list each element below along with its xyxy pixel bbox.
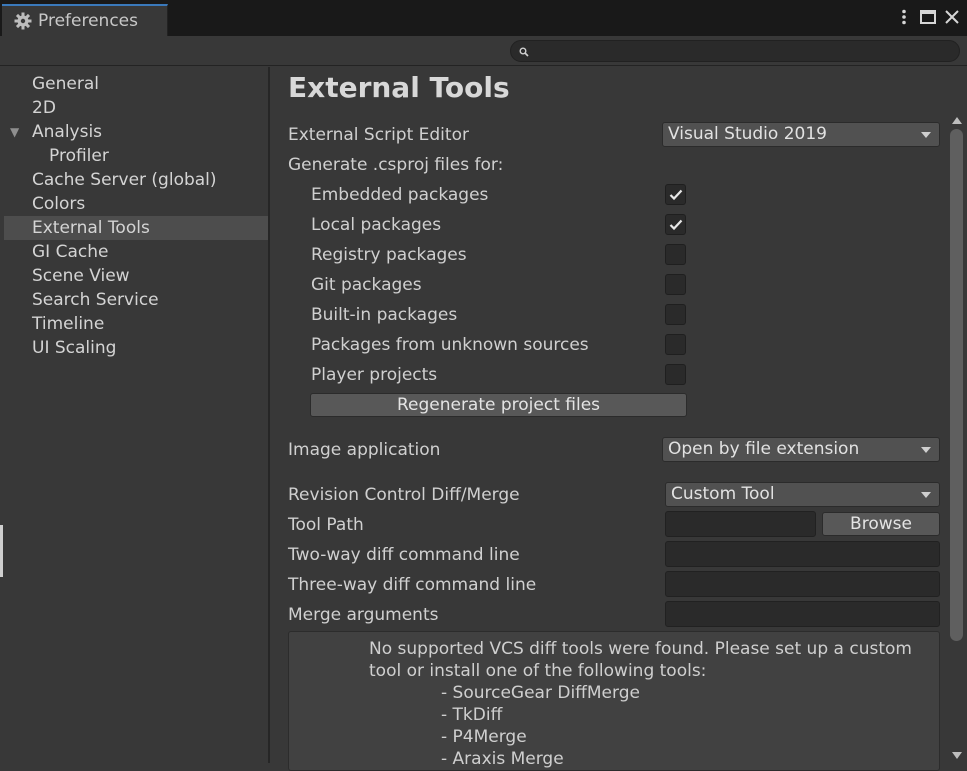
script-editor-dropdown[interactable]: Visual Studio 2019 [662,122,940,147]
sidebar-item-profiler[interactable]: Profiler [4,144,268,168]
sidebar-item-label: UI Scaling [32,338,117,358]
sidebar-item-label: GI Cache [32,242,109,262]
scroll-up-arrow-icon[interactable] [952,117,962,124]
sidebar-item-search-service[interactable]: Search Service [4,288,268,312]
tool-path-label: Tool Path [288,515,364,535]
built-in-packages-checkbox[interactable] [665,304,686,325]
sidebar-item-analysis[interactable]: ▼ Analysis [4,120,268,144]
sidebar-item-label: Search Service [32,290,159,310]
sidebar-item-label: 2D [32,98,56,118]
close-icon[interactable] [943,6,961,28]
help-message-line: tool or install one of the following too… [369,661,707,681]
fold-down-icon[interactable]: ▼ [10,120,19,144]
three-way-diff-label: Three-way diff command line [288,575,537,595]
player-projects-checkbox[interactable] [665,364,686,385]
page-title: External Tools [288,71,510,104]
sidebar-item-colors[interactable]: Colors [4,192,268,216]
search-icon [519,42,529,61]
sidebar-item-label: Timeline [32,314,105,334]
chevron-down-icon [921,492,931,498]
registry-packages-checkbox[interactable] [665,244,686,265]
search-field[interactable] [510,40,960,62]
dropdown-value: Open by file extension [668,439,860,459]
sidebar-item-general[interactable]: General [4,72,268,96]
toolbar [0,36,967,66]
sidebar-item-label: Colors [32,194,86,214]
three-way-diff-input[interactable] [665,571,940,597]
merge-arguments-input[interactable] [665,601,940,627]
image-application-label: Image application [288,440,441,460]
dropdown-value: Visual Studio 2019 [668,124,827,144]
tool-list-item: - TkDiff [441,705,503,725]
script-editor-label: External Script Editor [288,125,469,145]
dropdown-value: Custom Tool [671,484,775,504]
help-message-line: No supported VCS diff tools were found. … [369,639,912,659]
unknown-sources-checkbox[interactable] [665,334,686,355]
sidebar-item-timeline[interactable]: Timeline [4,312,268,336]
sidebar-item-2d[interactable]: 2D [4,96,268,120]
local-packages-checkbox[interactable] [665,214,686,235]
sidebar-item-label: Profiler [49,146,109,166]
maximize-icon[interactable] [919,6,937,28]
option-label: Packages from unknown sources [311,335,589,355]
main-panel: External Tools External Script Editor Vi… [272,67,967,771]
scroll-down-arrow-icon[interactable] [952,752,962,759]
search-input[interactable] [533,42,959,60]
browse-button[interactable]: Browse [822,512,940,536]
regenerate-project-files-button[interactable]: Regenerate project files [310,393,687,417]
checkmark-icon [669,189,682,200]
two-way-diff-input[interactable] [665,541,940,567]
csproj-heading: Generate .csproj files for: [288,155,504,175]
window-edge [0,525,3,577]
tab-title: Preferences [38,11,138,31]
tab-preferences[interactable]: Preferences [2,4,168,36]
vertical-scrollbar[interactable] [948,111,965,763]
sidebar-item-scene-view[interactable]: Scene View [4,264,268,288]
chevron-down-icon [921,132,931,138]
option-label: Embedded packages [311,185,489,205]
tool-list-item: - P4Merge [441,727,527,747]
sidebar-item-cache-server[interactable]: Cache Server (global) [4,168,268,192]
chevron-down-icon [921,447,931,453]
sidebar-item-label: Scene View [32,266,130,286]
option-label: Git packages [311,275,422,295]
embedded-packages-checkbox[interactable] [665,184,686,205]
tool-path-input[interactable] [665,511,816,537]
checkmark-icon [669,219,682,230]
sidebar-item-ui-scaling[interactable]: UI Scaling [4,336,268,360]
window-controls [895,6,961,28]
tool-list-item: - SourceGear DiffMerge [441,683,640,703]
kebab-menu-icon[interactable] [895,6,913,28]
vcs-help-box: No supported VCS diff tools were found. … [288,631,940,771]
scroll-thumb[interactable] [950,129,963,641]
two-way-diff-label: Two-way diff command line [288,545,520,565]
option-label: Registry packages [311,245,467,265]
merge-arguments-label: Merge arguments [288,605,439,625]
git-packages-checkbox[interactable] [665,274,686,295]
sidebar-item-label: Cache Server (global) [32,170,217,190]
option-label: Built-in packages [311,305,458,325]
sidebar-item-external-tools[interactable]: External Tools [4,216,268,240]
option-label: Local packages [311,215,442,235]
image-application-dropdown[interactable]: Open by file extension [662,437,940,462]
tool-list-item: - Araxis Merge [441,749,564,769]
sidebar-item-label: Analysis [32,122,103,142]
gear-icon [14,12,32,30]
sidebar: General 2D ▼ Analysis Profiler Cache Ser… [0,67,270,763]
option-label: Player projects [311,365,438,385]
sidebar-item-label: General [32,74,99,94]
sidebar-item-label: External Tools [32,218,150,238]
revision-control-dropdown[interactable]: Custom Tool [665,482,940,507]
revision-control-label: Revision Control Diff/Merge [288,485,520,505]
title-bar: Preferences [0,0,967,36]
sidebar-item-gi-cache[interactable]: GI Cache [4,240,268,264]
sidebar-list: General 2D ▼ Analysis Profiler Cache Ser… [0,67,268,360]
